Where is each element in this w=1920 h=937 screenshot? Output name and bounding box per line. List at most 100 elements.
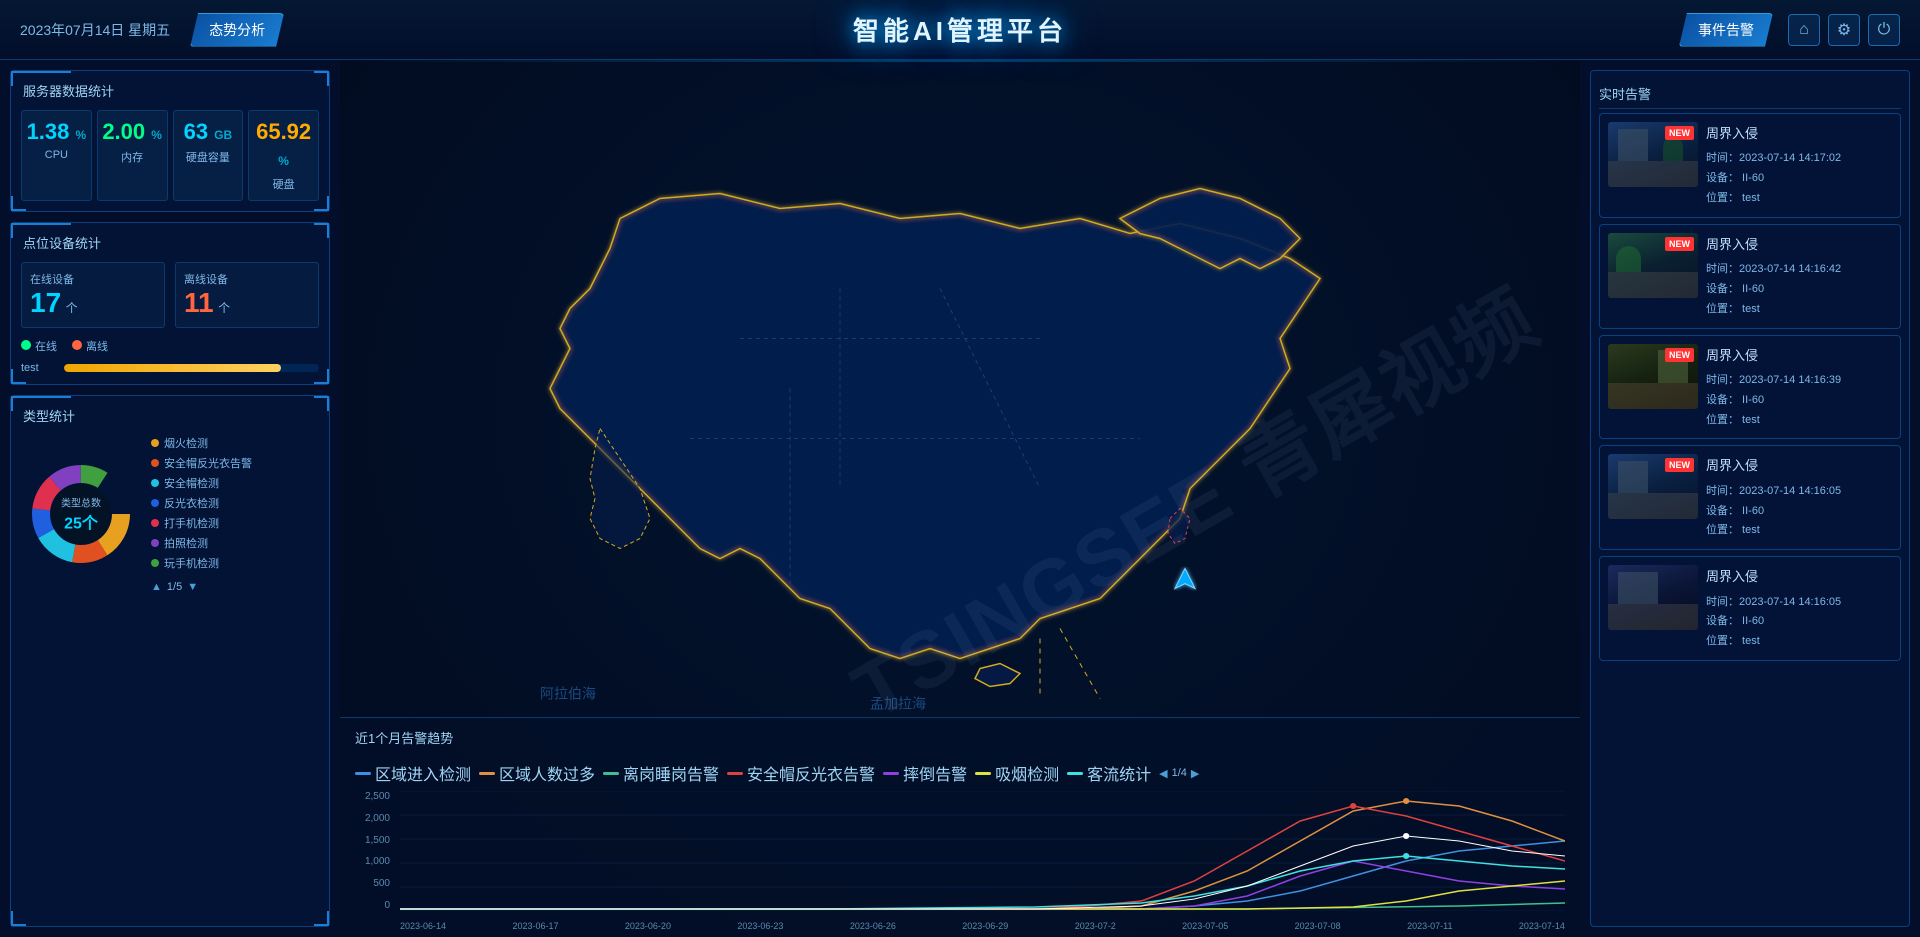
legend-item: 摔倒告警: [883, 761, 967, 785]
type-list: 烟火检测 安全帽反光衣告警 安全帽检测 反光衣检测: [151, 435, 252, 593]
type-label: 安全帽检测: [164, 475, 219, 491]
server-stats-grid: 1.38 % CPU 2.00 % 内存 63 GB 硬盘容量 65.92 % …: [21, 110, 319, 201]
alert-info-4: 周界入侵 时间：2023-07-14 14:16:05 设备： II-60 位置…: [1706, 454, 1892, 541]
page-indicator: 1/4: [1172, 767, 1187, 779]
type-label: 玩手机检测: [164, 555, 219, 571]
x-axis: 2023-06-14 2023-06-17 2023-06-20 2023-06…: [400, 921, 1565, 931]
device-stats-title: 点位设备统计: [21, 233, 319, 252]
legend-item: 安全帽反光衣告警: [727, 761, 875, 785]
donut-center: 类型总数 25个: [61, 494, 101, 533]
new-badge: NEW: [1665, 348, 1694, 362]
type-label: 打手机检测: [164, 515, 219, 531]
prev-page-icon[interactable]: ◀: [1159, 767, 1167, 780]
disk-value: 65.92 %: [253, 119, 314, 172]
type-page-nav: ▲ 1/5 ▼: [151, 581, 252, 593]
realtime-alert-section: 实时告警 NEW 周界入侵 时间：2023-07-14 14:17:02 设备：…: [1590, 70, 1910, 927]
device-legend: 在线 离线: [21, 338, 319, 354]
date-display: 2023年07月14日 星期五: [20, 20, 170, 40]
disk-capacity-value: 63 GB: [178, 119, 239, 145]
header-icon-group: ⌂ ⚙ ⏻: [1788, 14, 1900, 46]
type-label: 安全帽反光衣告警: [164, 455, 252, 471]
disk-stat: 65.92 % 硬盘: [248, 110, 319, 201]
chart-title: 近1个月告警趋势: [355, 728, 453, 747]
legend-item: 离岗睡岗告警: [603, 761, 719, 785]
offline-count: 11: [184, 287, 214, 318]
cpu-label: CPU: [26, 149, 87, 161]
alert-item-2: NEW 周界入侵 时间：2023-07-14 14:16:42 设备： II-6…: [1599, 224, 1901, 329]
legend-item: 区域进入检测: [355, 761, 471, 785]
online-count: 17: [30, 287, 61, 318]
alert-item-1: NEW 周界入侵 时间：2023-07-14 14:17:02 设备： II-6…: [1599, 113, 1901, 218]
svg-text:孟加拉海: 孟加拉海: [870, 696, 926, 712]
server-stats-panel: 服务器数据统计 1.38 % CPU 2.00 % 内存 63 GB 硬盘容量 …: [10, 70, 330, 212]
alert-item-3: NEW 周界入侵 时间：2023-07-14 14:16:39 设备： II-6…: [1599, 335, 1901, 440]
legend-item: 客流统计: [1067, 761, 1151, 785]
alert-thumbnail-3: NEW: [1608, 344, 1698, 409]
alert-item-4: NEW 周界入侵 时间：2023-07-14 14:16:05 设备： II-6…: [1599, 445, 1901, 550]
analysis-button[interactable]: 态势分析: [190, 13, 284, 47]
header: 2023年07月14日 星期五 态势分析 智能AI管理平台 事件告警 ⌂ ⚙ ⏻: [0, 0, 1920, 60]
list-item: 安全帽检测: [151, 475, 252, 491]
site-bar-track: [64, 364, 319, 372]
list-item: 反光衣检测: [151, 495, 252, 511]
disk-label: 硬盘: [253, 176, 314, 192]
new-badge: NEW: [1665, 237, 1694, 251]
alert-thumbnail-1: NEW: [1608, 122, 1698, 187]
type-stats-panel: 类型统计 类型总数: [10, 395, 330, 927]
memory-value: 2.00 %: [102, 119, 163, 145]
legend-item: 区域人数过多: [479, 761, 595, 785]
memory-stat: 2.00 % 内存: [97, 110, 168, 201]
server-stats-title: 服务器数据统计: [21, 81, 319, 100]
list-item: 烟火检测: [151, 435, 252, 451]
disk-capacity-stat: 63 GB 硬盘容量: [173, 110, 244, 201]
alert-info-1: 周界入侵 时间：2023-07-14 14:17:02 设备： II-60 位置…: [1706, 122, 1892, 209]
site-bar: test: [21, 362, 319, 374]
home-icon-button[interactable]: ⌂: [1788, 14, 1820, 46]
alert-thumbnail-4: NEW: [1608, 454, 1698, 519]
online-label: 在线设备: [30, 271, 156, 287]
list-item: 拍照检测: [151, 535, 252, 551]
alert-info-2: 周界入侵 时间：2023-07-14 14:16:42 设备： II-60 位置…: [1706, 233, 1892, 320]
alert-info-5: 周界入侵 时间：2023-07-14 14:16:05 设备： II-60 位置…: [1706, 565, 1892, 652]
memory-label: 内存: [102, 149, 163, 165]
header-left: 2023年07月14日 星期五 态势分析: [20, 13, 284, 47]
list-item: 安全帽反光衣告警: [151, 455, 252, 471]
offline-devices: 离线设备 11 个: [175, 262, 319, 328]
new-badge: NEW: [1665, 126, 1694, 140]
device-stats-panel: 点位设备统计 在线设备 17 个 离线设备 11 个: [10, 222, 330, 385]
type-stats-title: 类型统计: [21, 406, 319, 425]
chart-area: 2,500 2,000 1,500 1,000 500 0: [355, 791, 1565, 931]
right-panel: 实时告警 NEW 周界入侵 时间：2023-07-14 14:17:02 设备：…: [1580, 60, 1920, 937]
legend-item: 吸烟检测: [975, 761, 1059, 785]
new-badge: NEW: [1665, 458, 1694, 472]
alert-thumbnail-5: [1608, 565, 1698, 630]
header-right: 事件告警 ⌂ ⚙ ⏻: [1679, 13, 1900, 47]
alert-button[interactable]: 事件告警: [1679, 13, 1773, 47]
offline-unit: 个: [218, 301, 230, 315]
chart-plot: [400, 791, 1565, 911]
realtime-alert-title: 实时告警: [1599, 79, 1901, 109]
main-layout: 服务器数据统计 1.38 % CPU 2.00 % 内存 63 GB 硬盘容量 …: [0, 60, 1920, 937]
site-name: test: [21, 362, 56, 374]
online-unit: 个: [66, 301, 78, 315]
offline-label: 离线设备: [184, 271, 310, 287]
list-item: 打手机检测: [151, 515, 252, 531]
alert-info-3: 周界入侵 时间：2023-07-14 14:16:39 设备： II-60 位置…: [1706, 344, 1892, 431]
alert-thumbnail-2: NEW: [1608, 233, 1698, 298]
next-page-icon[interactable]: ▶: [1191, 767, 1199, 780]
settings-icon-button[interactable]: ⚙: [1828, 14, 1860, 46]
type-label: 拍照检测: [164, 535, 208, 551]
power-icon-button[interactable]: ⏻: [1868, 14, 1900, 46]
device-counts: 在线设备 17 个 离线设备 11 个: [21, 262, 319, 328]
svg-text:阿拉伯海: 阿拉伯海: [540, 686, 596, 702]
page-title: 智能AI管理平台: [853, 11, 1067, 48]
alert-item-5: 周界入侵 时间：2023-07-14 14:16:05 设备： II-60 位置…: [1599, 556, 1901, 661]
map-area: TSINGSEE 青犀视频: [340, 60, 1580, 937]
type-stats-content: 类型总数 25个 烟火检测 安全帽反光衣告警 安全帽检测: [21, 435, 319, 593]
list-item: 玩手机检测: [151, 555, 252, 571]
type-label: 反光衣检测: [164, 495, 219, 511]
type-label: 烟火检测: [164, 435, 208, 451]
trend-chart-panel: 近1个月告警趋势 区域进入检测 区域人数过多 离岗睡岗告警 安全帽反光衣告警: [340, 717, 1580, 937]
online-devices: 在线设备 17 个: [21, 262, 165, 328]
disk-capacity-label: 硬盘容量: [178, 149, 239, 165]
